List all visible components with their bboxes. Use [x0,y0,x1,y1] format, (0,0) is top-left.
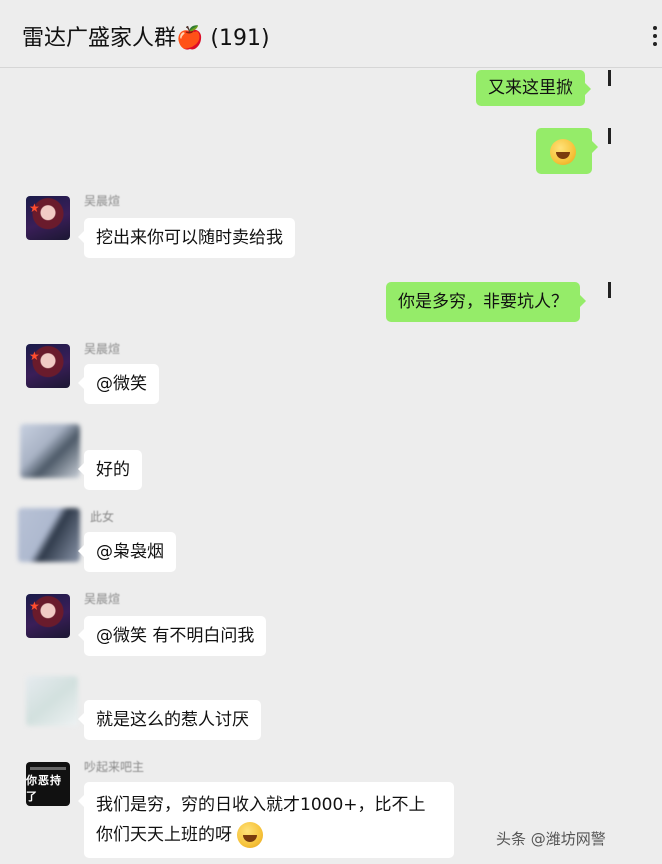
member-count: (191) [210,26,270,51]
star-icon: ★ [29,599,40,613]
avatar-text: 你恶持了 [26,773,62,803]
message-text: 你们天天上班的呀 [96,825,232,845]
message-text-line: 我们是穷，穷的日收入就才1000+，比不上 [96,795,426,815]
message-bubble-outgoing[interactable] [536,128,598,174]
message-text: 好的 [96,460,130,480]
message-bubble-incoming[interactable]: 好的 [78,450,142,490]
sender-name: 吴晨煊 [84,342,121,356]
message-bubble-outgoing[interactable]: 你是多穷，非要坑人？ [386,282,586,322]
avatar[interactable]: ★ [26,594,70,638]
message-text: 就是这么的惹人讨厌 [96,710,249,730]
chat-header: 雷达广盛家人群🍎 (191) [0,0,662,68]
message-text: @微笑 有不明白问我 [96,626,255,646]
group-name: 雷达广盛家人群 [22,26,177,51]
self-avatar-edge [608,70,611,86]
message-bubble-outgoing[interactable]: 又来这里掀 [476,70,591,106]
apple-emoji: 🍎 [176,26,204,51]
avatar-line [30,766,66,770]
sender-name: 吵起来吧主 [84,760,145,774]
message-bubble-incoming[interactable]: 挖出来你可以随时卖给我 [78,218,295,258]
self-avatar-edge [608,282,611,298]
emoji-icon [237,822,264,848]
message-text: 挖出来你可以随时卖给我 [96,228,283,248]
sender-name: 此女 [90,510,115,524]
message-text: @微笑 [96,374,147,394]
avatar[interactable]: ★ [26,196,70,240]
sender-name: 吴晨煊 [84,194,121,208]
message-bubble-incoming[interactable]: 我们是穷，穷的日收入就才1000+，比不上 你们天天上班的呀 [78,782,454,858]
message-text: 又来这里掀 [488,78,573,98]
avatar[interactable]: 你恶持了 [26,762,70,806]
self-avatar-edge [608,128,611,144]
avatar[interactable]: ★ [26,344,70,388]
more-options-icon[interactable] [648,26,662,46]
avatar[interactable] [26,676,78,726]
message-bubble-incoming[interactable]: @枭袅烟 [78,532,176,572]
message-text-line-2: 你们天天上班的呀 [96,820,442,850]
watermark: 头条 @潍坊网警 [496,830,606,848]
avatar[interactable] [18,508,80,562]
message-bubble-incoming[interactable]: 就是这么的惹人讨厌 [78,700,261,740]
message-bubble-incoming[interactable]: @微笑 [78,364,159,404]
chat-title: 雷达广盛家人群🍎 (191) [22,20,270,52]
avatar[interactable] [20,424,80,478]
star-icon: ★ [29,349,40,363]
sender-name: 吴晨煊 [84,592,121,606]
star-icon: ★ [29,201,40,215]
message-text: @枭袅烟 [96,542,164,562]
message-text: 你是多穷，非要坑人？ [398,292,568,312]
message-bubble-incoming[interactable]: @微笑 有不明白问我 [77,616,267,656]
laughing-emoji-icon [550,139,576,165]
